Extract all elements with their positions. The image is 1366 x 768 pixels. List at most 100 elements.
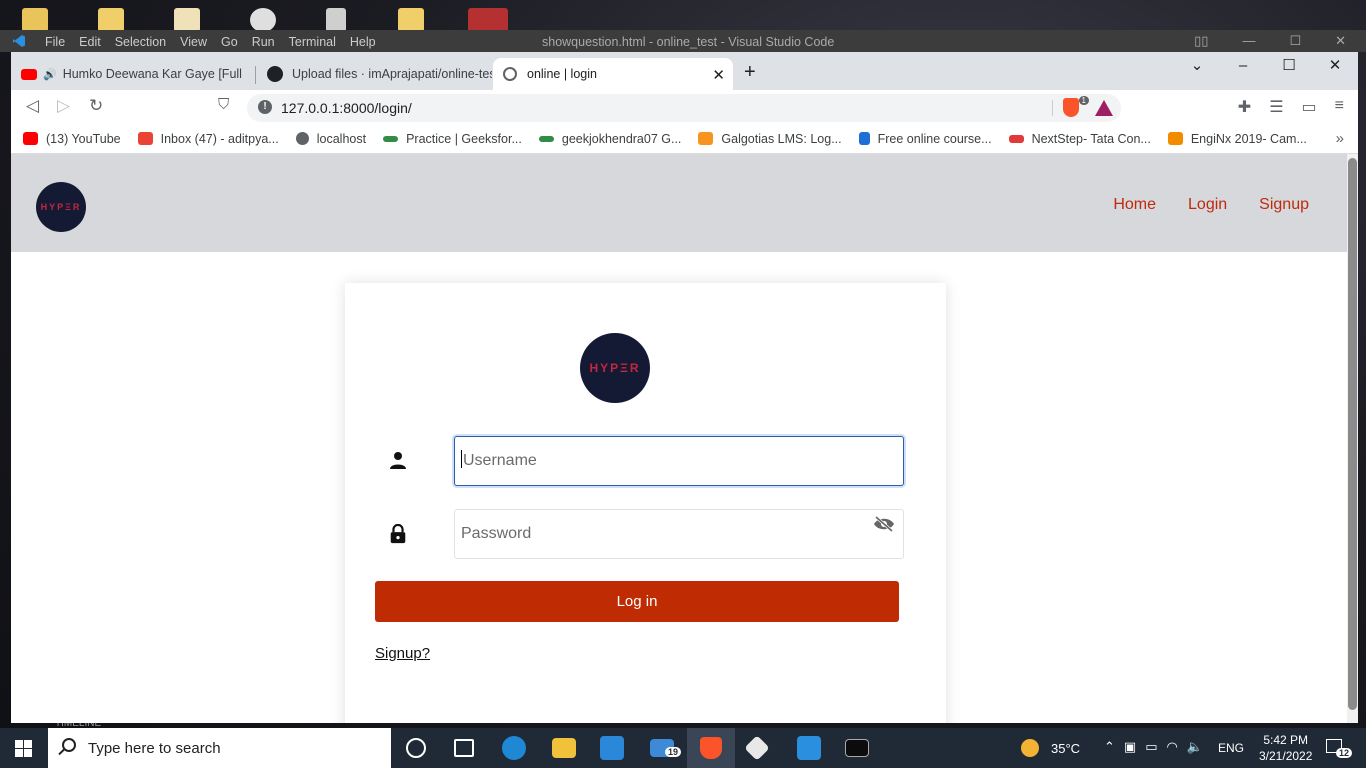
tab-label: Humko Deewana Kar Gaye [Full So: [62, 67, 243, 81]
bookmark-geeksforgeeks[interactable]: Practice | Geeksfor...: [383, 132, 522, 146]
minimize-icon[interactable]: –: [1220, 54, 1266, 78]
globe-icon: [503, 67, 517, 81]
vscode-menu-file[interactable]: File: [45, 35, 65, 49]
clock[interactable]: 5:42 PM 3/21/2022: [1259, 732, 1312, 764]
desktop-icon-folder[interactable]: [398, 8, 424, 32]
info-icon[interactable]: !: [258, 100, 272, 114]
weather-icon[interactable]: [1021, 739, 1039, 757]
url-text[interactable]: 127.0.0.1:8000/login/: [281, 100, 412, 116]
desktop-icon-chrome[interactable]: [250, 8, 276, 32]
vscode-menu-selection[interactable]: Selection: [115, 35, 166, 49]
signup-link[interactable]: Signup?: [375, 645, 430, 662]
maximize-icon[interactable]: ☐: [1266, 54, 1312, 78]
layout-icon[interactable]: ▯▯: [1194, 33, 1208, 49]
tab-youtube[interactable]: 🔊 Humko Deewana Kar Gaye [Full So: [11, 58, 247, 90]
username-placeholder: Username: [463, 452, 537, 469]
password-input[interactable]: Password: [454, 509, 904, 559]
edge-icon[interactable]: [502, 736, 526, 760]
vscode-menu-bar: File Edit Selection View Go Run Terminal…: [45, 35, 390, 49]
close-tab-icon[interactable]: ✕: [712, 66, 725, 84]
bookmark-geekjokhendra[interactable]: geekjokhendra07 G...: [538, 132, 681, 146]
close-icon[interactable]: ✕: [1335, 33, 1346, 49]
file-explorer-icon[interactable]: [552, 738, 576, 758]
desktop-icon-winrar[interactable]: [468, 8, 508, 32]
address-bar[interactable]: ! 127.0.0.1:8000/login/ 1: [247, 94, 1121, 122]
tray-icons: ⌃ ▣ ▭ ◠ 🔈: [1104, 739, 1203, 755]
cortana-icon[interactable]: [406, 738, 426, 758]
vscode-menu-view[interactable]: View: [180, 35, 207, 49]
tab-strip: 🔊 Humko Deewana Kar Gaye [Full So Upload…: [11, 52, 1358, 90]
meet-icon[interactable]: ▣: [1124, 739, 1136, 755]
site-logo[interactable]: HYPΞR: [36, 182, 86, 232]
microsoft-store-icon[interactable]: [600, 736, 624, 760]
username-input[interactable]: Username: [454, 436, 904, 486]
vscode-menu-terminal[interactable]: Terminal: [289, 35, 336, 49]
desktop-icon-folder[interactable]: [98, 8, 124, 32]
vscode-taskbar-icon[interactable]: [797, 736, 821, 760]
browser-window-controls: ⌄ – ☐ ✕: [1174, 54, 1358, 78]
vscode-titlebar: File Edit Selection View Go Run Terminal…: [0, 30, 1366, 52]
bookmark-youtube[interactable]: (13) YouTube: [23, 132, 121, 146]
extensions-icon[interactable]: ✚: [1238, 97, 1251, 117]
reload-icon[interactable]: ↻: [89, 96, 103, 116]
bookmark-tcs-nextstep[interactable]: NextStep- Tata Con...: [1008, 132, 1151, 146]
temperature[interactable]: 35°C: [1051, 741, 1080, 756]
minimize-icon[interactable]: —: [1242, 33, 1255, 49]
tab-label: online | login: [527, 67, 597, 81]
maximize-icon[interactable]: ☐: [1289, 33, 1301, 49]
bookmark-free-courses[interactable]: Free online course...: [858, 132, 992, 146]
vscode-icon[interactable]: [12, 34, 26, 48]
vscode-menu-edit[interactable]: Edit: [79, 35, 101, 49]
desktop-icon-file[interactable]: [326, 8, 346, 32]
terminal-icon[interactable]: [845, 739, 869, 757]
chevron-up-icon[interactable]: ⌃: [1104, 739, 1115, 755]
vscode-menu-go[interactable]: Go: [221, 35, 238, 49]
bookmark-icon[interactable]: ⛉: [218, 96, 229, 113]
battery-icon[interactable]: ▭: [1145, 739, 1157, 755]
page-scrollbar[interactable]: [1347, 154, 1358, 723]
eye-slash-icon[interactable]: [873, 516, 895, 532]
divider: [1052, 100, 1053, 116]
bookmark-enginx[interactable]: EngiNx 2019- Cam...: [1167, 132, 1307, 146]
brave-taskbar-button[interactable]: [687, 728, 735, 768]
vscode-menu-help[interactable]: Help: [350, 35, 376, 49]
wifi-icon[interactable]: ◠: [1167, 739, 1178, 755]
desktop-icon-folder[interactable]: [174, 8, 200, 32]
clock-time: 5:42 PM: [1263, 733, 1309, 747]
language-indicator[interactable]: ENG: [1218, 741, 1244, 755]
wallet-icon[interactable]: ▭: [1302, 97, 1317, 117]
scrollbar-thumb[interactable]: [1348, 158, 1357, 710]
tab-github[interactable]: Upload files · imAprajapati/online-test: [257, 58, 493, 90]
forward-icon[interactable]: ▷: [57, 96, 70, 116]
new-tab-button[interactable]: +: [744, 61, 756, 84]
git-icon[interactable]: [744, 735, 770, 761]
brave-shield-icon[interactable]: [1063, 98, 1079, 117]
bookmark-localhost[interactable]: localhost: [295, 132, 366, 146]
bookmarks-overflow-icon[interactable]: »: [1336, 130, 1344, 147]
youtube-icon: [23, 132, 38, 145]
brave-rewards-icon[interactable]: [1095, 100, 1113, 116]
vscode-menu-run[interactable]: Run: [252, 35, 275, 49]
nav-link-home[interactable]: Home: [1113, 196, 1156, 214]
speaker-icon[interactable]: 🔊: [43, 68, 57, 81]
task-view-icon[interactable]: [454, 739, 474, 757]
playlist-icon[interactable]: ☰: [1269, 97, 1283, 117]
geeksforgeeks-icon: [383, 135, 399, 142]
tab-online-login[interactable]: online | login ✕: [493, 58, 733, 90]
nav-link-login[interactable]: Login: [1188, 196, 1227, 214]
menu-icon[interactable]: ≡: [1335, 97, 1344, 117]
back-icon[interactable]: ◁: [26, 96, 39, 116]
desktop-icon-folder[interactable]: [22, 8, 48, 32]
search-icon: [62, 738, 76, 752]
bookmark-gmail[interactable]: Inbox (47) - aditpya...: [137, 132, 279, 146]
windows-taskbar: Type here to search 19 35°C ⌃ ▣ ▭ ◠ 🔈 EN…: [0, 728, 1366, 768]
login-button[interactable]: Log in: [375, 581, 899, 622]
close-icon[interactable]: ✕: [1312, 54, 1358, 78]
bookmark-galgotias-lms[interactable]: Galgotias LMS: Log...: [698, 132, 842, 146]
volume-icon[interactable]: 🔈: [1187, 739, 1203, 755]
nav-link-signup[interactable]: Signup: [1259, 196, 1309, 214]
globe-icon: [295, 132, 309, 145]
taskbar-search-box[interactable]: Type here to search: [48, 728, 391, 768]
tab-search-icon[interactable]: ⌄: [1174, 54, 1220, 78]
windows-start-icon[interactable]: [15, 740, 32, 757]
